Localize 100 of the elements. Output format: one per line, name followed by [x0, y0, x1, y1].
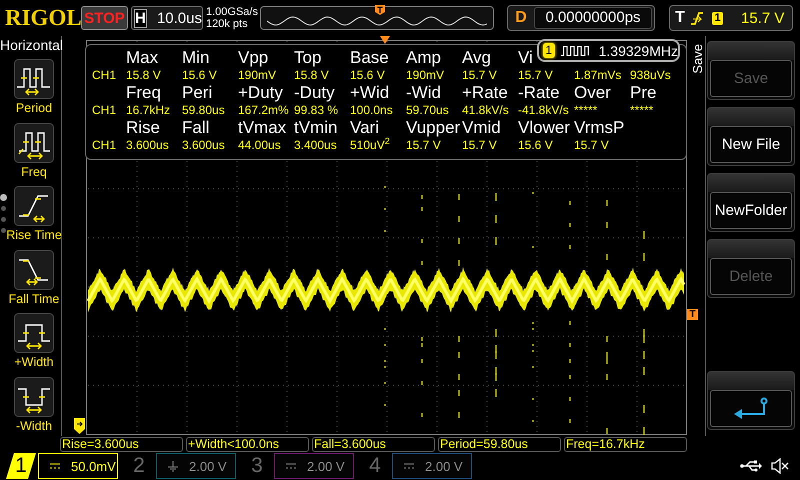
channel-number[interactable]: 1 — [6, 453, 36, 479]
measurement-readout: Freq=16.7kHz — [564, 436, 687, 452]
measure-button[interactable]: Freq — [7, 120, 61, 182]
channel-scale-panel[interactable]: 2.00 V — [156, 453, 236, 479]
measure-button[interactable]: -Width — [7, 374, 61, 436]
softkey-button[interactable]: NewFolder — [707, 173, 795, 232]
channel-scale: 50.0mV — [71, 458, 116, 474]
dc-coupling-icon — [285, 460, 297, 472]
measurement-value: 15.6 V — [518, 137, 553, 153]
measurement-value: 15.7 V — [574, 137, 609, 153]
delay-value: 0.00000000ps — [534, 7, 652, 29]
measurement-name: VrmsP — [574, 118, 624, 137]
waveform-overview-icon — [267, 15, 487, 27]
measurement-value: 41.8kV/s — [462, 102, 509, 118]
pulse-frequency-icon — [14, 122, 54, 162]
measurement-value: 3.600us — [182, 137, 225, 153]
channel-label: CH1 — [91, 137, 116, 153]
sample-rate: 1.00GSa/s — [206, 6, 259, 18]
measurement-name: Vpp — [238, 48, 268, 67]
measurement-name: +Duty — [238, 83, 283, 102]
measurement-value: 59.80us — [182, 102, 225, 118]
positive-pulse-icon — [14, 313, 54, 353]
measurement-value: 15.8 V — [294, 67, 329, 83]
measurement-name: Min — [182, 48, 210, 67]
measurement-name: Freq — [126, 83, 161, 102]
measurement-value: 16.7kHz — [126, 102, 170, 118]
menu-title: Save — [690, 44, 705, 74]
rising-edge-icon — [14, 186, 54, 226]
back-button[interactable] — [707, 371, 795, 430]
dc-coupling-icon — [403, 460, 415, 472]
measurement-name: Top — [294, 48, 322, 67]
brand-logo: RIGOL — [5, 5, 81, 31]
muted-speaker-icon — [770, 458, 790, 474]
counter-value: 1.39329MHz — [598, 42, 678, 58]
channel-scale-panel[interactable]: 2.00 V — [392, 453, 472, 479]
measurement-name: -Rate — [518, 83, 560, 102]
measurement-value: 15.7 V — [462, 67, 497, 83]
measurement-value: -41.8kV/s — [518, 102, 569, 118]
measurement-name: Avg — [462, 48, 491, 67]
channel-scale-panel[interactable]: 2.00 V — [274, 453, 354, 479]
measurement-value: 1.87mVs — [574, 67, 622, 83]
dc-coupling-icon — [49, 460, 61, 472]
measurement-value: 15.6 V — [182, 67, 217, 83]
measurement-value: 59.70us — [406, 102, 449, 118]
return-arrow-icon — [732, 396, 770, 420]
measurement-name: Peri — [182, 83, 212, 102]
measurement-readout: Rise=3.600us — [60, 436, 183, 452]
channel-ground-marker-icon — [74, 418, 85, 434]
measurement-readout: +Width<100.0ns — [186, 436, 309, 452]
measurement-name: Max — [126, 48, 158, 67]
measure-button[interactable]: Fall Time — [7, 246, 61, 310]
measurement-readout: Period=59.80us — [438, 436, 561, 452]
measurement-name: Vari — [350, 118, 379, 137]
measurement-value: 15.6 V — [350, 67, 385, 83]
channel-scale: 2.00 V — [425, 458, 463, 474]
measurement-value: 190mV — [238, 67, 276, 83]
measurement-name: Over — [574, 83, 611, 102]
negative-pulse-icon — [14, 376, 54, 416]
measurement-name: Vupper — [406, 118, 460, 137]
channel-label: CH1 — [91, 67, 116, 83]
timebase-label: H — [134, 8, 147, 28]
measurement-value: 44.00us — [238, 137, 281, 153]
square-wave-icon — [560, 44, 590, 58]
memory-depth: 120k pts — [206, 18, 249, 30]
measurement-readout: Fall=3.600us — [312, 436, 435, 452]
measurement-value: ***** — [574, 102, 598, 118]
measurement-value: 3.400us — [294, 137, 337, 153]
measurement-name: tVmin — [294, 118, 338, 137]
measurement-name: -Wid — [406, 83, 441, 102]
measurement-name: -Duty — [294, 83, 335, 102]
trigger-level-marker: T — [687, 309, 698, 320]
measurement-name: Rise — [126, 118, 160, 137]
usb-icon — [740, 459, 762, 473]
trigger-level: 15.7 V — [741, 10, 784, 26]
measure-button[interactable]: Period — [7, 56, 61, 119]
measurement-value: 15.7 V — [462, 137, 497, 153]
falling-edge-icon — [14, 250, 54, 290]
panel-title: Horizontal — [0, 36, 61, 55]
measure-button[interactable]: Rise Time — [7, 183, 61, 246]
trigger-position-marker: T — [375, 5, 385, 15]
delay-label: D — [514, 9, 528, 27]
measurement-name: Vmid — [462, 118, 501, 137]
measurement-value: 510uV$^{2}$ — [350, 137, 390, 153]
measurement-name: Base — [350, 48, 389, 67]
measurement-value: 3.600us — [126, 137, 169, 153]
measurement-name: Vi — [518, 48, 533, 67]
measurement-name: +Wid — [350, 83, 390, 102]
rising-edge-icon — [690, 10, 704, 26]
measurement-value: 15.7 V — [518, 67, 553, 83]
measurement-name: Pre — [630, 83, 656, 102]
softkey-button[interactable]: New File — [707, 107, 795, 166]
measurement-value: 15.7 V — [406, 137, 441, 153]
measurement-name: Vlower — [518, 118, 570, 137]
channel-scale-panel[interactable]: 50.0mV — [38, 453, 118, 479]
channel-number[interactable]: 2 — [124, 453, 154, 479]
timebase-value: 10.0us — [156, 10, 202, 26]
measure-button[interactable]: +Width — [7, 310, 61, 373]
measurement-value: 167.2m% — [238, 102, 289, 118]
channel-number[interactable]: 4 — [360, 453, 390, 479]
channel-number[interactable]: 3 — [242, 453, 272, 479]
